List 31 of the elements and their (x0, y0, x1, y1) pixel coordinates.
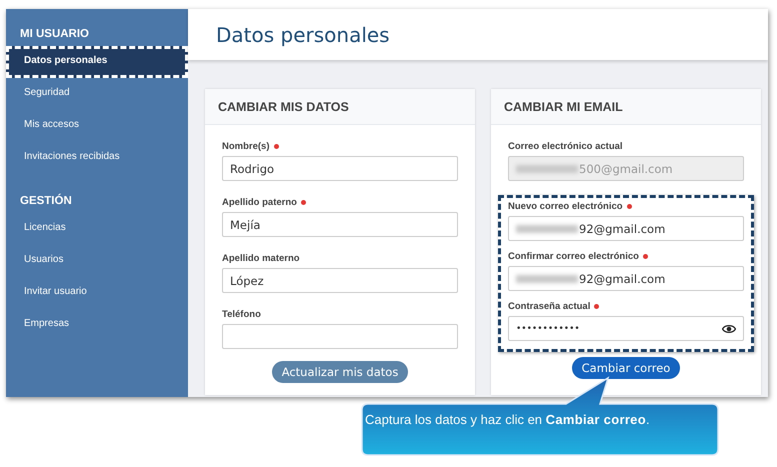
field-label: Apellido paterno (222, 196, 297, 208)
password-field[interactable]: •••••••••••• (508, 316, 744, 341)
field-label: Correo electrónico actual (508, 140, 623, 152)
field-label: Nuevo correo electrónico (508, 200, 623, 212)
sidebar-heading: MI USUARIO (19, 28, 90, 40)
input-field[interactable]: 92@gmail.com (508, 266, 744, 291)
sidebar-item[interactable]: Invitar usuario (6, 277, 188, 309)
show-password-icon[interactable] (722, 324, 736, 334)
callout-text: Captura los datos y haz clic en Cambiar correo. (365, 412, 650, 427)
sidebar-item[interactable]: Datos personales (6, 46, 188, 78)
input-field[interactable]: Mejía (222, 212, 458, 237)
sidebar-heading: GESTIÓN (19, 195, 73, 207)
sidebar-item[interactable]: Empresas (6, 309, 188, 341)
input-field[interactable]: 92@gmail.com (508, 216, 744, 241)
input-field[interactable]: López (222, 268, 458, 293)
field-label: Apellido materno (222, 252, 300, 264)
field-label: Nombre(s) (222, 140, 270, 152)
field-label: Teléfono (222, 308, 261, 320)
field-label: Confirmar correo electrónico (508, 250, 639, 262)
sidebar-item[interactable]: Seguridad (6, 78, 188, 110)
input-field[interactable]: Rodrigo (222, 156, 458, 181)
input-field[interactable] (222, 324, 458, 349)
card-title: CAMBIAR MIS DATOS (218, 100, 349, 114)
sidebar-item[interactable]: Mis accesos (6, 110, 188, 142)
field-label: Contraseña actual (508, 300, 590, 312)
page-title: Datos personales (216, 22, 390, 46)
submit-button[interactable]: Cambiar correo (572, 357, 680, 379)
sidebar-item[interactable]: Licencias (6, 213, 188, 245)
card-title: CAMBIAR MI EMAIL (504, 100, 623, 114)
sidebar-item[interactable]: Usuarios (6, 245, 188, 277)
sidebar-item[interactable]: Invitaciones recibidas (6, 142, 188, 174)
